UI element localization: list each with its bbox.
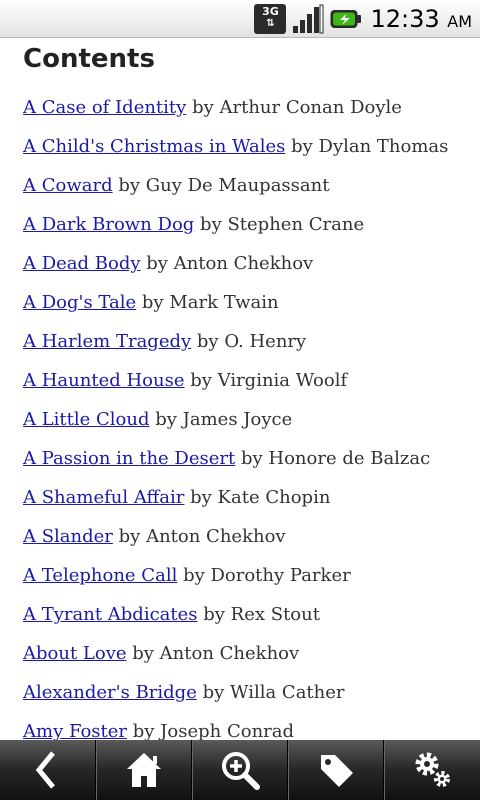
story-author: by O. Henry [196,331,307,352]
story-author: by Arthur Conan Doyle [192,97,402,118]
tag-button[interactable] [288,740,384,800]
clock-ampm: AM [447,12,472,31]
list-item: A Tyrant Abdicates by Rex Stout [23,601,473,640]
list-item: A Child's Christmas in Wales by Dylan Th… [23,133,473,172]
story-author: by Dylan Thomas [291,136,449,157]
back-icon [35,751,55,789]
list-item: A Dark Brown Dog by Stephen Crane [23,211,473,250]
list-item: A Shameful Affair by Kate Chopin [23,484,473,523]
list-item: A Passion in the Desert by Honore de Bal… [23,445,473,484]
story-link[interactable]: A Case of Identity [23,97,186,118]
list-item: A Dog's Tale by Mark Twain [23,289,473,328]
story-author: by Guy De Maupassant [118,175,330,196]
story-author: by Stephen Crane [200,214,365,235]
settings-button[interactable] [384,740,480,800]
story-link[interactable]: A Dead Body [23,253,141,274]
story-link[interactable]: A Slander [23,526,113,547]
story-link[interactable]: A Shameful Affair [23,487,184,508]
story-author: by Honore de Balzac [240,448,431,469]
story-link[interactable]: A Child's Christmas in Wales [23,136,285,157]
battery-icon [330,10,362,28]
story-author: by James Joyce [155,409,293,430]
story-link[interactable]: A Passion in the Desert [23,448,235,469]
story-author: by Anton Chekhov [132,643,300,664]
story-link[interactable]: A Little Cloud [23,409,150,430]
clock-time: 12:33 [370,5,440,33]
back-button[interactable] [0,740,96,800]
page-title: Contents [23,44,155,74]
list-item: A Little Cloud by James Joyce [23,406,473,445]
story-author: by Virginia Woolf [190,370,348,391]
story-link[interactable]: A Dark Brown Dog [23,214,194,235]
list-item: A Haunted House by Virginia Woolf [23,367,473,406]
clock: 12:33 AM [370,5,472,33]
network-label: 3G [262,5,279,18]
contents-page[interactable]: Contents A Case of Identity by Arthur Co… [0,38,480,740]
list-item: Amy Foster by Joseph Conrad [23,718,473,740]
story-link[interactable]: Alexander's Bridge [23,682,197,703]
status-bar: 3G ⇅ 12:33 AM [0,0,480,38]
network-arrows-icon: ⇅ [266,18,275,29]
list-item: A Slander by Anton Chekhov [23,523,473,562]
story-link[interactable]: A Telephone Call [23,565,177,586]
settings-icon [415,752,450,787]
story-author: by Mark Twain [141,292,279,313]
home-icon [127,753,161,787]
status-icons: 3G ⇅ 12:33 AM [254,3,472,35]
list-item: A Dead Body by Anton Chekhov [23,250,473,289]
story-author: by Dorothy Parker [183,565,351,586]
list-item: A Harlem Tragedy by O. Henry [23,328,473,367]
story-link[interactable]: A Tyrant Abdicates [23,604,198,625]
story-author: by Rex Stout [203,604,320,625]
zoom-button[interactable] [192,740,288,800]
story-link[interactable]: A Dog's Tale [23,292,136,313]
story-author: by Kate Chopin [190,487,331,508]
network-3g-icon: 3G ⇅ [254,4,287,34]
home-button[interactable] [96,740,192,800]
list-item: About Love by Anton Chekhov [23,640,473,679]
zoom-in-icon [222,752,260,790]
tag-icon [321,755,353,787]
story-link[interactable]: A Coward [23,175,113,196]
story-author: by Joseph Conrad [132,721,295,740]
list-item: Alexander's Bridge by Willa Cather [23,679,473,718]
list-item: A Coward by Guy De Maupassant [23,172,473,211]
story-list: A Case of Identity by Arthur Conan Doyle… [23,94,473,740]
bottom-toolbar [0,740,480,800]
list-item: A Telephone Call by Dorothy Parker [23,562,473,601]
signal-icon [293,4,324,34]
story-link[interactable]: Amy Foster [23,721,127,740]
story-author: by Anton Chekhov [146,253,314,274]
story-link[interactable]: A Haunted House [23,370,184,391]
story-link[interactable]: A Harlem Tragedy [23,331,191,352]
list-item: A Case of Identity by Arthur Conan Doyle [23,94,473,133]
story-author: by Willa Cather [202,682,345,703]
story-author: by Anton Chekhov [118,526,286,547]
story-link[interactable]: About Love [23,643,127,664]
